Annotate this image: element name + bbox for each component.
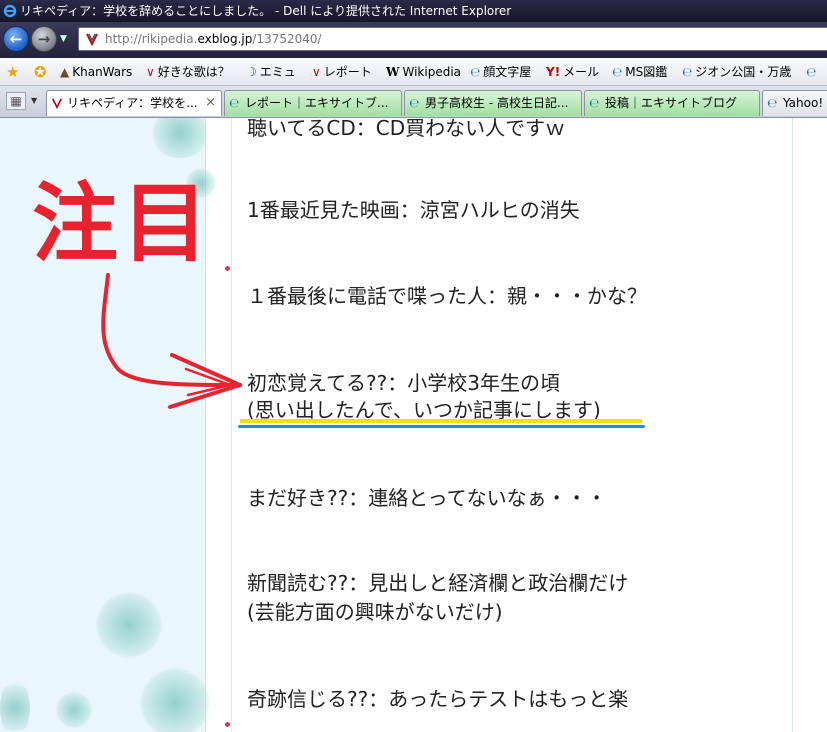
site-favicon-icon: ∨ [312, 65, 321, 79]
fav-item-kaomoji[interactable]: ℮ 顔文字屋 [470, 64, 531, 80]
article-line: 聴いてるCD：CD買わない人ですｗ [247, 118, 566, 140]
ie-page-icon: ℮ [470, 65, 481, 79]
add-favorite-star-icon: ✪ [34, 63, 47, 81]
quick-tabs-button[interactable]: ▦ [6, 92, 26, 110]
ie-page-icon: ℮ [682, 65, 693, 79]
moon-icon: ☽ [246, 65, 257, 79]
ie-page-icon: ℮ [806, 65, 817, 79]
tab-danshi-koukousei[interactable]: ℮ 男子高校生 - 高校生日記... [404, 90, 582, 116]
fav-item-favorite-song[interactable]: ∨ 好きな歌は？ [146, 64, 230, 80]
watercolor-dot [0, 678, 30, 732]
tab-rikipedia[interactable]: リキペディア：学校を... × [46, 90, 222, 116]
decor-dot [225, 266, 230, 271]
article-line: (芸能方面の興味がないだけ) [247, 600, 503, 624]
tab-bar: ▦ ▼ リキペディア：学校を... × ℮ レポート｜エキサイトブ... ℮ 男… [0, 86, 827, 118]
navigation-bar: ← → ▼ http://rikipedia.exblog.jp/1375204… [0, 22, 827, 58]
helmet-icon: ▲ [60, 65, 70, 79]
close-tab-icon[interactable]: × [205, 91, 216, 115]
web-page: 聴いてるCD：CD買わない人ですｗ 1番最近見た映画：涼宮ハルヒの消失 １番最後… [0, 118, 827, 732]
yellow-underline [240, 419, 642, 423]
blue-underline [238, 425, 645, 428]
back-button[interactable]: ← [3, 26, 29, 52]
ie-page-icon: ℮ [589, 96, 600, 110]
forward-arrow-icon: → [37, 30, 51, 48]
article-line: まだ好き??：連絡とってないなぁ・・・ [247, 486, 607, 510]
forward-button[interactable]: → [31, 26, 57, 52]
yahoo-mail-icon: Y! [546, 65, 561, 79]
site-favicon-icon [51, 98, 63, 109]
address-url: http://rikipedia.exblog.jp/13752040/ [105, 32, 322, 46]
tab-yahoo[interactable]: ℮ Yahoo! [762, 90, 827, 116]
annotation-label: 注目 [32, 174, 212, 274]
article-line: 初恋覚えてる??：小学校3年生の頃 [247, 371, 560, 395]
article-line: 奇跡信じる??：あったらテストはもっと楽 [247, 687, 629, 711]
fav-item-emu[interactable]: ☽ エミュ [246, 64, 296, 80]
window-titlebar: リキペディア：学校を辞めることにしました。 - Dell により提供された In… [0, 0, 827, 22]
site-favicon-icon [86, 33, 98, 46]
tab-report[interactable]: ℮ レポート｜エキサイトブ... [224, 90, 402, 116]
ie-logo-icon [3, 4, 17, 18]
history-dropdown-icon[interactable]: ▼ [60, 34, 67, 44]
fav-item-khanwars[interactable]: ▲ KhanWars [60, 64, 132, 80]
fav-overflow-icon[interactable]: ℮ [806, 64, 816, 80]
ie-page-icon: ℮ [767, 96, 778, 110]
decor-dot [225, 722, 230, 727]
add-favorite-button[interactable]: ✪ [34, 64, 47, 80]
fav-item-zeon[interactable]: ℮ ジオン公国・万歳 [682, 64, 791, 80]
watercolor-dot [150, 118, 210, 158]
favorites-bar: ★ ✪ ▲ KhanWars ∨ 好きな歌は？ ☽ エミュ ∨ レポート W Wikipe… [0, 58, 827, 86]
grid-icon: ▦ [10, 94, 22, 108]
fav-item-report[interactable]: ∨ レポート [312, 64, 372, 80]
watercolor-dot [56, 692, 92, 728]
article-line: １番最後に電話で喋った人：親・・・かな？ [247, 284, 647, 308]
back-arrow-icon: ← [9, 30, 23, 48]
watercolor-dot [140, 668, 210, 732]
favorites-center-button[interactable]: ★ [6, 64, 19, 80]
ie-page-icon: ℮ [409, 96, 420, 110]
fav-item-mail[interactable]: Y! メール [546, 64, 599, 80]
watercolor-dot [96, 592, 162, 658]
article-line: 新聞読む??：見出しと経済欄と政治欄だけ [247, 571, 629, 595]
tab-post[interactable]: ℮ 投稿｜エキサイトブログ [584, 90, 760, 116]
annotation-arrow-icon [101, 273, 242, 409]
ie-page-icon: ℮ [229, 96, 240, 110]
address-input[interactable]: http://rikipedia.exblog.jp/13752040/ [78, 27, 827, 51]
fav-item-wikipedia[interactable]: W Wikipedia [386, 64, 461, 80]
window-title: リキペディア：学校を辞めることにしました。 - Dell により提供された In… [20, 4, 512, 18]
favorites-star-icon: ★ [6, 63, 20, 81]
fav-item-ms-zukan[interactable]: ℮ MS図鑑 [612, 64, 667, 80]
article-line: 1番最近見た映画：涼宮ハルヒの消失 [247, 198, 580, 222]
tab-list-dropdown-icon[interactable]: ▼ [31, 96, 37, 105]
ie-page-icon: ℮ [612, 65, 623, 79]
right-margin [793, 118, 827, 732]
site-favicon-icon: ∨ [146, 65, 155, 79]
wikipedia-icon: W [386, 65, 400, 79]
